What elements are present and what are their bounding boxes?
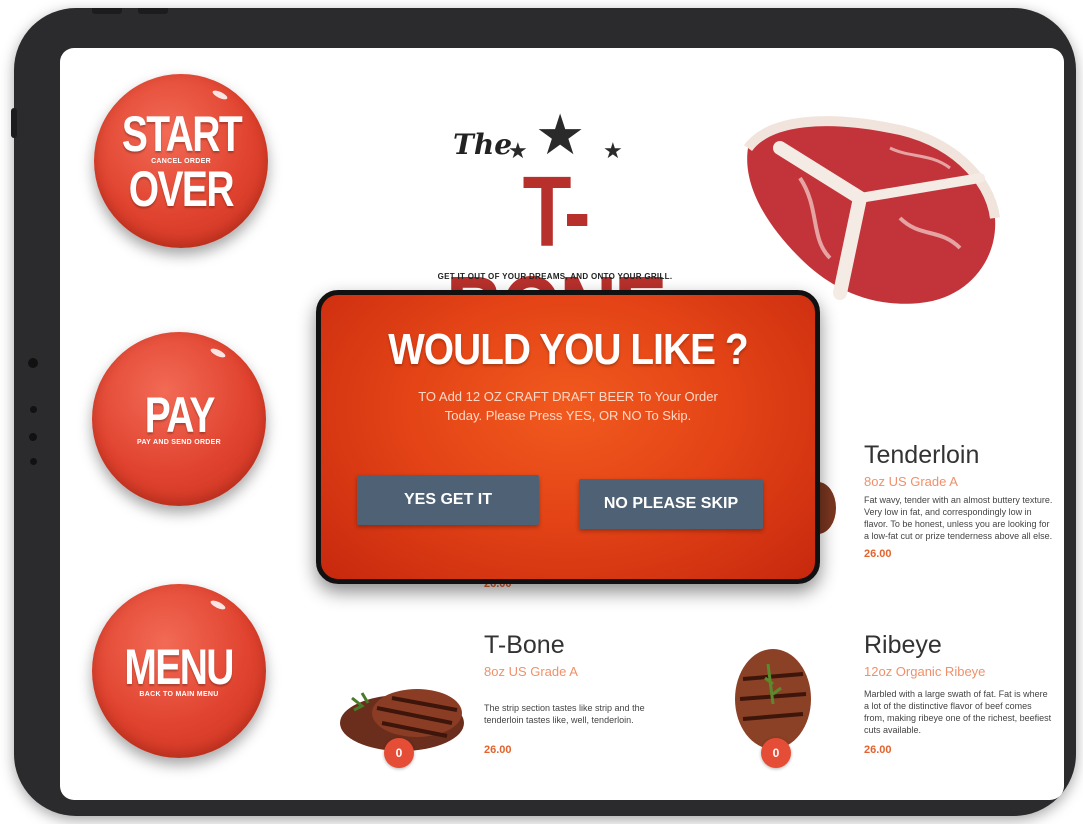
gloss-highlight <box>211 88 229 102</box>
start-over-title-line2: OVER <box>128 160 235 217</box>
item-description: The strip section tastes like strip and … <box>484 703 645 725</box>
item-name: Tenderloin <box>864 441 980 469</box>
item-grade: 12oz Organic Ribeye <box>864 664 986 679</box>
menu-item-ribeye[interactable]: Ribeye 12oz Organic Ribeye Marbled with … <box>864 630 1054 756</box>
item-quantity-badge[interactable]: 0 <box>761 738 791 768</box>
start-over-title-line1: START <box>121 105 242 162</box>
item-price: 26.00 <box>484 744 512 756</box>
modal-message: TO Add 12 OZ CRAFT DRAFT BEER To Your Or… <box>361 387 775 425</box>
pay-button[interactable]: PAY PAY AND SEND ORDER <box>92 332 266 506</box>
restaurant-logo: The ★ ★ ★ T-BONE GET IT OUT OF YOUR DREA… <box>405 102 705 362</box>
sensor-icon <box>30 458 37 465</box>
tablet-frame: START CANCEL ORDER OVER PAY PAY AND SEND… <box>11 8 1076 816</box>
menu-button[interactable]: MENU BACK TO MAIN MENU <box>92 584 266 758</box>
item-description: Fat wavy, tender with an almost buttery … <box>864 495 1053 541</box>
menu-item-tbone[interactable]: T-Bone 8oz US Grade A The strip section … <box>484 630 674 756</box>
menu-title: MENU <box>124 638 235 695</box>
raw-steak-image <box>743 116 1000 304</box>
no-skip-button[interactable]: NO PLEASE SKIP <box>579 479 763 529</box>
kiosk-screen: START CANCEL ORDER OVER PAY PAY AND SEND… <box>60 48 1064 800</box>
item-name: T-Bone <box>484 631 565 659</box>
item-price: 26.00 <box>864 744 892 756</box>
modal-message-line2: Today. Please Press YES, OR NO To Skip. <box>444 408 692 423</box>
item-quantity-badge[interactable]: 0 <box>384 738 414 768</box>
upsell-modal: WOULD YOU LIKE ? TO Add 12 OZ CRAFT DRAF… <box>316 290 820 584</box>
star-icon: ★ <box>603 138 623 163</box>
start-over-button[interactable]: START CANCEL ORDER OVER <box>94 74 268 248</box>
gloss-highlight <box>209 598 227 612</box>
sensor-icon <box>29 433 37 441</box>
item-description: Marbled with a large swath of fat. Fat i… <box>864 689 1052 735</box>
gloss-highlight <box>209 346 227 360</box>
modal-message-line1: TO Add 12 OZ CRAFT DRAFT BEER To Your Or… <box>418 389 718 404</box>
yes-button[interactable]: YES GET IT <box>357 475 539 525</box>
item-grade: 8oz US Grade A <box>864 474 958 489</box>
volume-button <box>92 8 122 14</box>
item-grade: 8oz US Grade A <box>484 664 578 679</box>
menu-item-tenderloin[interactable]: Tenderloin 8oz US Grade A Fat wavy, tend… <box>864 440 1054 560</box>
logo-tagline: GET IT OUT OF YOUR DREAMS, AND ONTO YOUR… <box>437 272 673 281</box>
camera-icon <box>28 358 38 368</box>
power-button <box>138 8 168 14</box>
side-button <box>11 108 17 138</box>
pay-title: PAY <box>144 386 215 443</box>
item-name: Ribeye <box>864 631 942 659</box>
logo-script: The <box>453 128 513 161</box>
sensor-icon <box>30 406 37 413</box>
item-price: 26.00 <box>864 548 892 560</box>
modal-heading: WOULD YOU LIKE ? <box>388 325 748 374</box>
